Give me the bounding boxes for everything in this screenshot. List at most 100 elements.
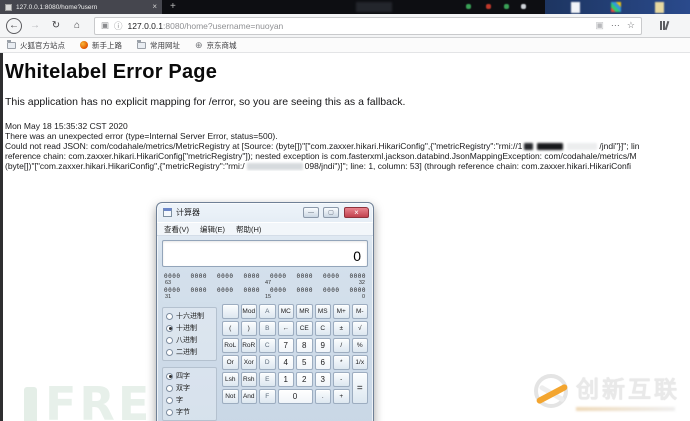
calculator-body: 0 0000 0000 0000 0000 0000 0000 0000 0000 63 47 3… [157,236,373,421]
calc-key[interactable]: 3 [314,372,331,387]
radio-dec[interactable]: 十进制 [166,323,213,333]
calc-key[interactable]: Or [222,355,239,370]
calc-key[interactable]: . [314,389,331,404]
radio-icon [166,408,173,416]
calc-key[interactable]: MC [277,304,294,319]
screen: 127.0.0.1:8080/home?usern × + ← → ↻ ⌂ ▣ … [0,0,690,421]
chuangxin-logo-block: 创新互联 [576,370,680,411]
maximize-button[interactable]: ▢ [323,207,339,218]
error-summary: There was an unexpected error (type=Inte… [5,131,278,141]
calc-key[interactable]: 7 [277,338,294,353]
calculator-titlebar[interactable]: 计算器 — ▢ × [157,203,373,222]
calc-key[interactable]: C [259,338,276,353]
bookmark-item[interactable]: ⊕ 京东商城 [195,40,237,51]
menu-edit[interactable]: 编辑(E) [200,224,225,235]
calc-key[interactable]: 1/x [351,355,368,370]
minimize-button[interactable]: — [303,207,319,218]
calc-key[interactable]: D [259,355,276,370]
menu-help[interactable]: 帮助(H) [236,224,261,235]
menu-view[interactable]: 查看(V) [164,224,189,235]
calc-key[interactable]: F [259,389,276,404]
window-edge [0,53,3,421]
address-bar[interactable]: ▣ ⓘ 127.0.0.1:8080/home?username=nuoyan … [94,16,642,35]
redacted-ip [524,143,534,151]
library-icon[interactable] [659,20,670,31]
browser-tab[interactable]: 127.0.0.1:8080/home?usern × [0,0,162,14]
calc-key[interactable]: Xor [240,355,257,370]
calc-key[interactable]: ( [222,321,239,336]
calc-key[interactable]: - [333,372,350,387]
calc-key[interactable]: % [351,338,368,353]
calc-key[interactable]: 6 [314,355,331,370]
firefox-icon [80,41,88,49]
calc-key[interactable]: B [259,321,276,336]
globe-icon: ⊕ [195,40,203,50]
calc-key[interactable]: 8 [296,338,313,353]
calc-key-equals[interactable]: = [351,372,368,404]
desktop-icon [655,2,664,13]
calc-key[interactable]: 4 [277,355,294,370]
calc-key[interactable]: 9 [314,338,331,353]
calc-key[interactable]: 5 [296,355,313,370]
radio-bin[interactable]: 二进制 [166,347,213,357]
calc-key[interactable]: Mod [240,304,257,319]
calc-key[interactable]: RoR [240,338,257,353]
calc-key[interactable]: MR [296,304,313,319]
forward-icon[interactable]: → [27,18,43,34]
binary-bit-labels: 63 47 32 [165,280,365,286]
calc-key[interactable]: ← [277,321,294,336]
nav-toolbar: ← → ↻ ⌂ ▣ ⓘ 127.0.0.1:8080/home?username… [0,14,690,38]
site-permissions-icon[interactable]: ▣ [101,20,109,31]
word-radio-group: 四字 双字 字 字节 [162,367,217,421]
home-icon[interactable]: ⌂ [69,18,85,34]
site-info-icon[interactable]: ⓘ [114,20,123,32]
calc-key[interactable]: √ [351,321,368,336]
page-title: Whitelabel Error Page [5,61,218,83]
calc-key[interactable]: + [333,389,350,404]
bookmark-item[interactable]: 新手上路 [80,40,122,51]
calc-key[interactable]: M+ [333,304,350,319]
calc-key[interactable]: / [333,338,350,353]
tab-close-icon[interactable]: × [152,3,157,11]
radio-dword[interactable]: 双字 [166,383,213,393]
radio-word[interactable]: 字 [166,395,213,405]
calc-key[interactable]: ± [333,321,350,336]
bookmark-item[interactable]: 火狐官方站点 [7,39,65,51]
calc-key[interactable]: Lsh [222,372,239,387]
calc-key[interactable]: A [259,304,276,319]
calc-key-zero[interactable]: 0 [277,389,313,404]
back-icon[interactable]: ← [6,17,22,34]
calc-key[interactable]: M- [351,304,368,319]
error-timestamp: Mon May 18 15:35:32 CST 2020 [5,121,128,131]
calc-key[interactable]: E [259,372,276,387]
calculator-title: 计算器 [176,208,200,217]
radio-qword[interactable]: 四字 [166,371,213,381]
calc-key[interactable]: CE [296,321,313,336]
save-to-pocket-icon[interactable]: ▣ [595,20,604,31]
bookmark-star-icon[interactable]: ☆ [627,20,635,31]
close-button[interactable]: × [344,207,369,218]
calc-key[interactable]: 1 [277,372,294,387]
binary-panel: 0000 0000 0000 0000 0000 0000 0000 0000 63 47 32 … [162,271,368,302]
new-tab-button[interactable]: + [162,0,184,14]
calc-key[interactable]: RoL [222,338,239,353]
calc-key[interactable]: 2 [296,372,313,387]
calc-key[interactable]: * [333,355,350,370]
desktop-dot [504,4,509,9]
radio-oct[interactable]: 八进制 [166,335,213,345]
bookmark-item[interactable]: 常用网址 [137,39,180,51]
url-text[interactable]: 127.0.0.1:8080/home?username=nuoyan [128,21,591,31]
page-actions-icon[interactable]: ⋯ [611,20,620,31]
radio-byte[interactable]: 字节 [166,407,213,417]
calc-key[interactable]: C [314,321,331,336]
calc-key[interactable]: And [240,389,257,404]
urlbar-actions: ▣ ⋯ ☆ [595,20,635,31]
reload-icon[interactable]: ↻ [48,18,64,34]
calc-key[interactable]: MS [314,304,331,319]
calc-key[interactable]: Not [222,389,239,404]
calc-key[interactable]: Rsh [240,372,257,387]
bookmark-label: 新手上路 [92,40,122,50]
calc-key[interactable]: ) [240,321,257,336]
calc-key[interactable] [222,304,239,319]
radio-hex[interactable]: 十六进制 [166,311,213,321]
